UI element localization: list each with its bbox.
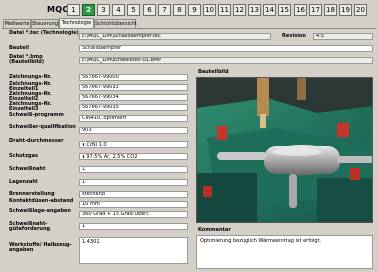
field-drahtdurchmesser-value: CrNi 1.0 [86,142,107,148]
label-zeichnung: Zeichnungs-Nr. [9,74,52,80]
label-schweissnaht: Schweißnaht [9,166,46,172]
kommentar-field[interactable]: Optimierung bezüglich Wärmeeintrag ist e… [196,235,373,269]
field-datei-tec[interactable]: c:\MQC_LIM\Schalldaempfer.tec [79,33,271,40]
field-schweisslageangaben[interactable]: 360 Grad + 15 Grad Überl. [79,211,188,218]
label-werkstoffe: Werkstoffe/ Halbzeug-angaben [9,242,72,253]
station-tab-18[interactable]: 18 [324,4,337,16]
station-tab-3[interactable]: 3 [97,4,110,16]
station-tab-9[interactable]: 9 [188,4,201,16]
label-drahtdurchmesser: Draht-durchmesser [9,138,64,144]
label-revision: Revision [282,33,306,39]
station-tab-20[interactable]: 20 [354,4,367,16]
field-schutzgas-value: 97.5% Ar, 2.5% CO2 [86,154,138,160]
station-tab-14[interactable]: 14 [263,4,276,16]
label-gueteforderung: Schweißnaht-güteforderung [9,221,51,232]
station-tab-10[interactable]: 10 [203,4,216,16]
station-tab-2[interactable]: 2 [82,4,95,16]
station-tab-13[interactable]: 13 [248,4,261,16]
label-einzelteil-3: Zeichnungs-Nr. Einzelteil3 [9,101,52,112]
tab-technologie[interactable]: Technologie [59,18,94,28]
field-schweissnaht[interactable]: 1 [79,166,188,173]
kommentar-title: Kommentar [198,227,231,233]
spinner-icon[interactable]: ⬍ [82,142,85,147]
welding-fixture-photo [197,78,372,222]
tab-panel-border [2,28,376,29]
label-brennerstellung: Brennerstellung [9,191,55,197]
station-tab-17[interactable]: 17 [309,4,322,16]
tab-messwerte[interactable]: Meßwerte [3,19,31,28]
field-lagenzahl[interactable]: 1 [79,179,188,186]
station-tab-5[interactable]: 5 [127,4,140,16]
field-schutzgas[interactable]: ⬍97.5% Ar, 2.5% CO2 [79,153,188,160]
bauteilbild-title: Bauteilbild [198,69,229,75]
station-tab-8[interactable]: 8 [173,4,186,16]
station-tab-7[interactable]: 7 [158,4,171,16]
field-drahtdurchmesser[interactable]: ⬍CrNi 1.0 [79,141,188,148]
station-tab-15[interactable]: 15 [278,4,291,16]
field-einzelteil-1[interactable]: 567667-99033 [79,84,188,91]
station-tab-12[interactable]: 12 [233,4,246,16]
field-bauteil[interactable]: Schalldaempfer [79,45,373,52]
label-lagenzahl: Lagenzahl [9,179,38,185]
station-label: MQC [47,5,69,14]
field-zeichnung[interactable]: 567667-99000 [79,74,188,81]
station-tab-16[interactable]: 16 [294,4,307,16]
field-revision[interactable]: 4.5 [313,33,373,40]
label-kontaktduesenabstand: Kontaktdüsen-abstand [9,198,74,204]
field-gueteforderung[interactable]: 1 [79,223,188,230]
field-brennerstellung[interactable]: stechend [79,191,188,198]
station-tab-19[interactable]: 19 [339,4,352,16]
label-schweissprogramm: Schweiß-programm [9,112,64,118]
tab-schichtuebersicht[interactable]: Schichtübersicht [94,19,137,28]
station-tab-11[interactable]: 11 [218,4,231,16]
label-datei-tec: Datei *.tec (Technologie) [9,30,79,36]
field-schweisserqualifikation[interactable]: 903 [79,127,188,134]
label-bauteil: Bauteil [9,45,29,51]
field-werkstoffe[interactable]: 1.4301 [79,237,188,264]
label-datei-bmp: Datei *.bmp (Bauteilbild) [9,54,45,65]
station-tab-1[interactable]: 1 [67,4,80,16]
station-tab-6[interactable]: 6 [143,4,156,16]
label-schweisserqualifikation: Schweißer-qualifikation [9,124,76,130]
bauteil-image [196,77,373,223]
station-tab-4[interactable]: 4 [112,4,125,16]
field-datei-bmp[interactable]: c:\MQC_LIM\schweißteil-01.BMP [79,57,373,64]
label-schutzgas: Schutzgas [9,153,38,159]
field-schweissprogramm[interactable]: CIN410, optimiert [79,115,188,122]
label-schweisslageangaben: Schweißlage-angaben [9,208,71,214]
field-kontaktduesenabstand[interactable]: 10 mm [79,201,188,208]
field-einzelteil-3[interactable]: 567667-99035 [79,104,188,111]
field-einzelteil-2[interactable]: 567667-99034 [79,94,188,101]
tab-steuerung[interactable]: Steuerung [31,19,59,28]
spinner-icon[interactable]: ⬍ [82,154,85,159]
